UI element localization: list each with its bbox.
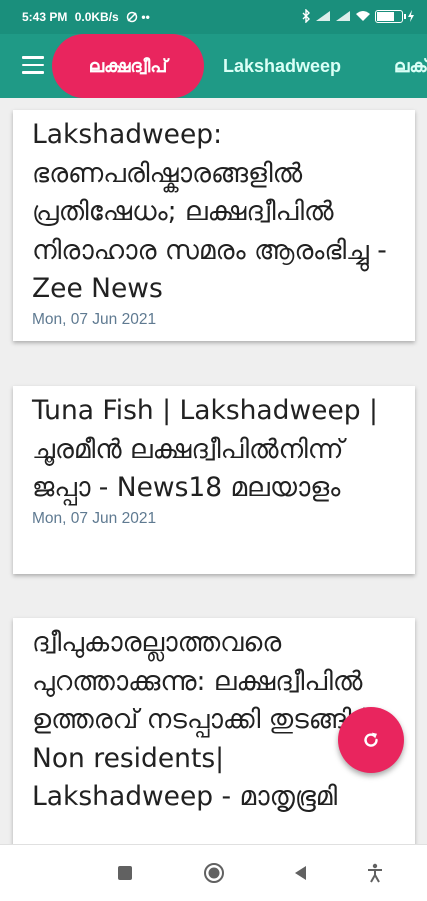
- wifi-icon: [356, 11, 370, 21]
- system-nav-bar: [0, 844, 427, 901]
- battery-icon: [375, 9, 406, 23]
- app-bar: ലക്ഷദ്വീപ് Lakshadweep ലക്: [0, 34, 427, 98]
- back-button[interactable]: [287, 860, 313, 886]
- recent-apps-icon: [118, 866, 132, 880]
- news-card[interactable]: Tuna Fish | Lakshadweep | ചൂരമീൻ ലക്ഷദ്വ…: [13, 386, 415, 574]
- back-icon: [295, 866, 306, 880]
- accessibility-icon: [368, 863, 382, 883]
- charging-icon: [408, 10, 414, 22]
- signal-icon-2: [336, 11, 350, 21]
- tab-label: ലക്: [394, 55, 427, 76]
- news-title: ദ്വീപുകാരല്ലാത്തവരെ പുറത്താക്കുന്നു: ലക്…: [32, 627, 369, 812]
- signal-icon-1: [316, 11, 330, 21]
- news-date: Mon, 07 Jun 2021: [32, 310, 157, 328]
- data-saver-icon: [126, 11, 138, 23]
- status-bar: 5:43 PM 0.0KB/s ••: [0, 0, 427, 34]
- battery-nub: [404, 13, 406, 19]
- news-title: Tuna Fish | Lakshadweep | ചൂരമീൻ ലക്ഷദ്വ…: [32, 395, 378, 503]
- tab-lakshadweep[interactable]: Lakshadweep: [223, 34, 341, 98]
- status-right: [301, 9, 415, 23]
- home-icon: [204, 863, 224, 883]
- tab-lakshadweep-malayalam[interactable]: ലക്ഷദ്വീപ്: [52, 34, 204, 98]
- status-net-speed: 0.0KB/s: [74, 10, 119, 24]
- news-card[interactable]: Lakshadweep: ഭരണപരിഷ്കാരങ്ങളിൽ പ്രതിഷേധം…: [13, 110, 415, 341]
- status-time: 5:43 PM: [22, 10, 68, 24]
- recent-apps-button[interactable]: [112, 860, 138, 886]
- accessibility-button[interactable]: [362, 860, 388, 886]
- bluetooth-icon: [302, 9, 310, 23]
- tab-label: ലക്ഷദ്വീപ്: [88, 55, 168, 77]
- news-title: Lakshadweep: ഭരണപരിഷ്കാരങ്ങളിൽ പ്രതിഷേധം…: [32, 119, 387, 304]
- tab-partial[interactable]: ലക്: [394, 34, 427, 98]
- menu-icon[interactable]: [22, 56, 44, 74]
- refresh-icon: [364, 732, 378, 747]
- battery-fill: [377, 11, 394, 21]
- refresh-button[interactable]: [338, 707, 404, 773]
- home-button[interactable]: [201, 860, 227, 886]
- tab-label: Lakshadweep: [223, 55, 342, 76]
- news-date: Mon, 07 Jun 2021: [32, 509, 157, 527]
- more-notifications-icon: ••: [141, 10, 150, 24]
- status-left: 5:43 PM 0.0KB/s ••: [22, 10, 154, 24]
